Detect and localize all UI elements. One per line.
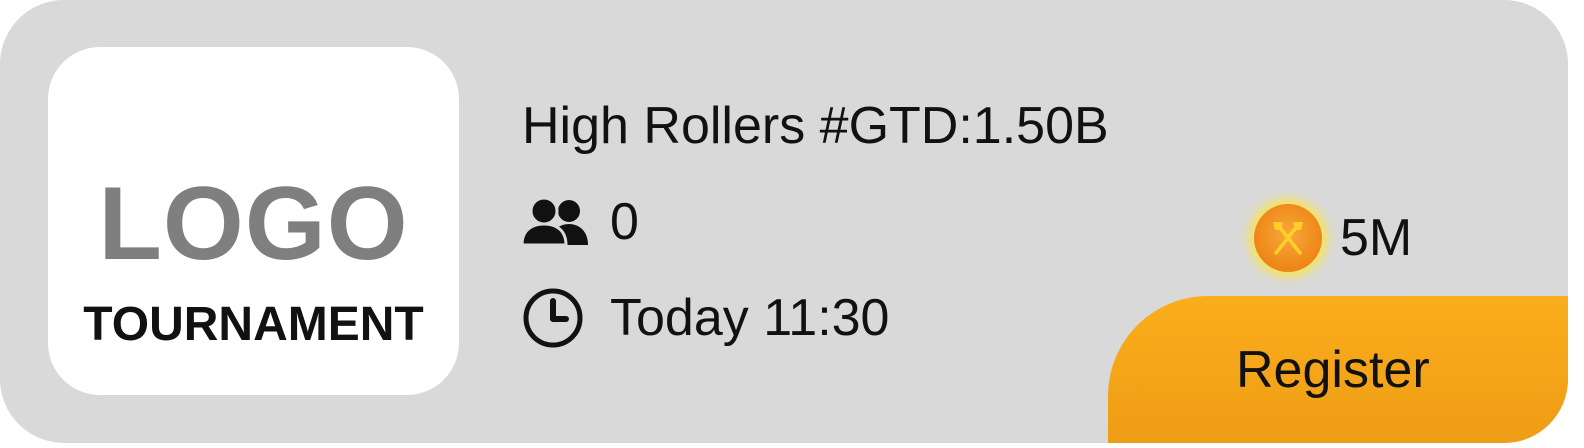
register-button[interactable]: Register — [1108, 296, 1568, 443]
tournament-logo: LOGO TOURNAMENT — [48, 47, 459, 395]
clock-icon — [522, 286, 594, 350]
register-button-label: Register — [1236, 341, 1430, 399]
players-count: 0 — [610, 193, 639, 251]
prize-amount: 5M — [1254, 204, 1412, 272]
start-time-row: Today 11:30 — [522, 286, 889, 350]
logo-text: LOGO — [98, 166, 409, 282]
start-time: Today 11:30 — [610, 289, 890, 347]
users-icon — [522, 190, 594, 254]
tournament-card[interactable]: LOGO TOURNAMENT High Rollers #GTD:1.50B … — [0, 0, 1568, 443]
players-count-row: 0 — [522, 190, 639, 254]
prize-value: 5M — [1340, 209, 1413, 267]
tournament-title: High Rollers #GTD:1.50B — [522, 97, 1109, 155]
coin-icon — [1254, 204, 1322, 272]
logo-subtitle: TOURNAMENT — [83, 298, 424, 351]
